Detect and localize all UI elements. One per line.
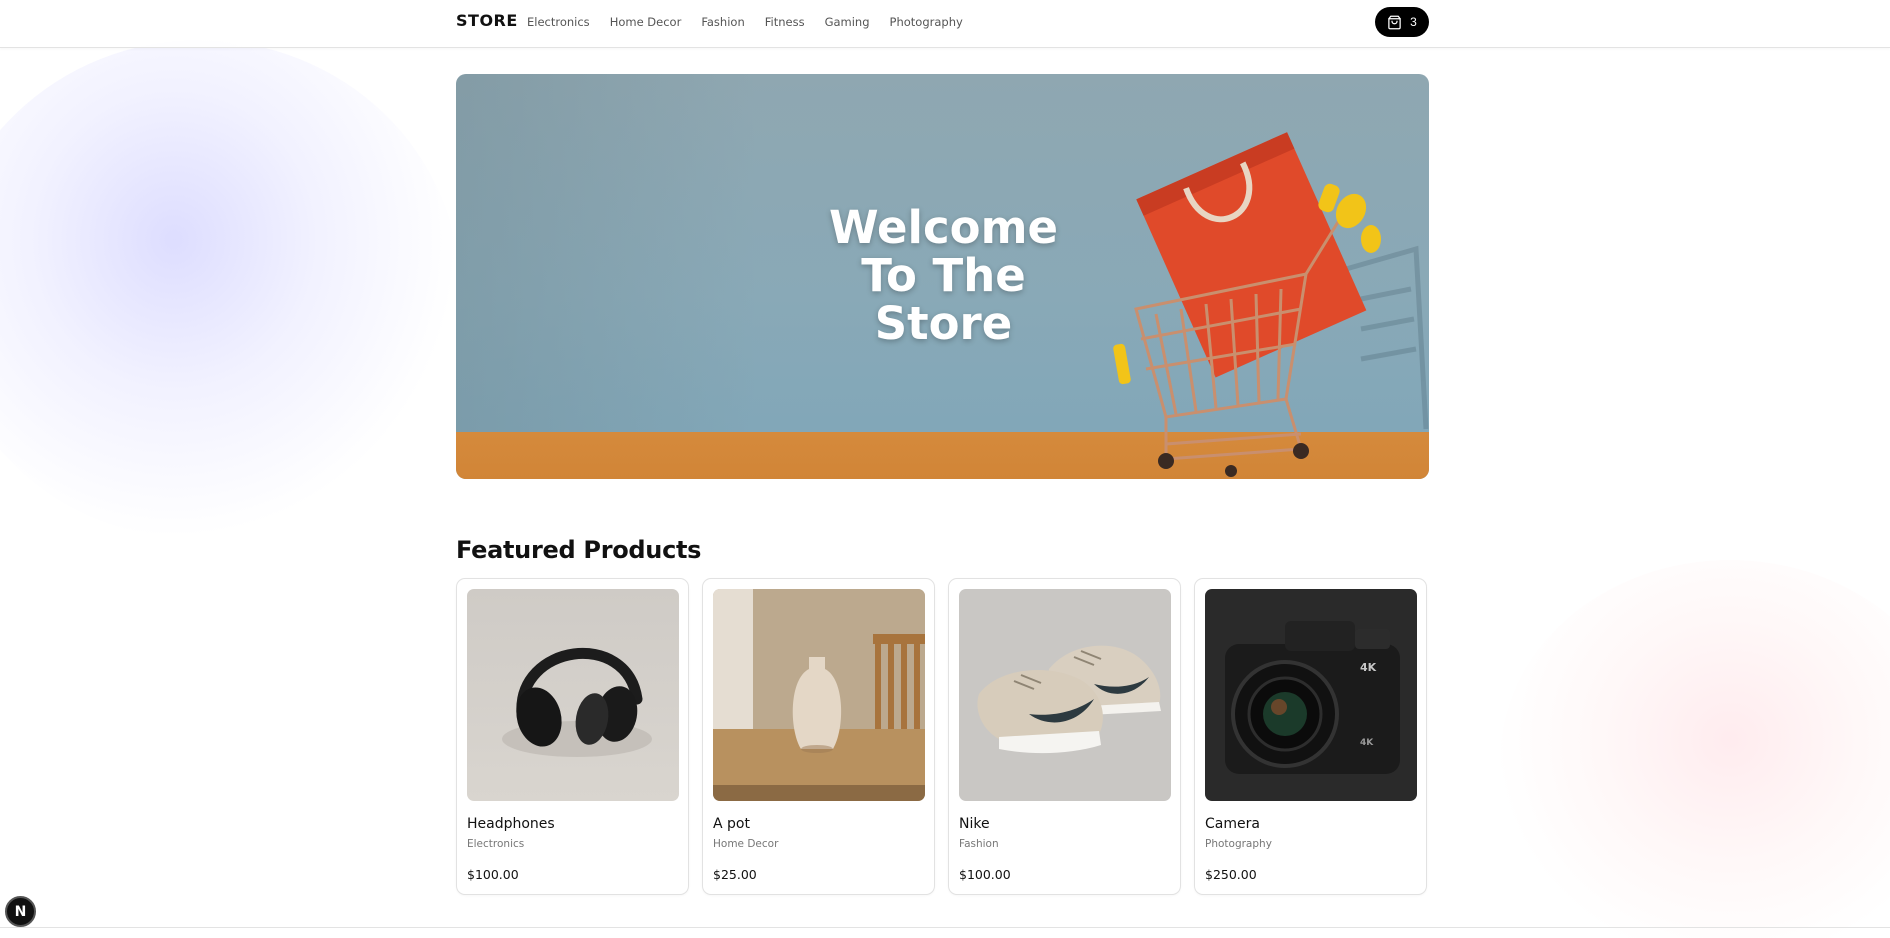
nav-electronics[interactable]: Electronics <box>527 15 590 29</box>
footer-divider <box>0 927 1890 928</box>
product-image <box>713 589 925 801</box>
camera-image: 4K 4K <box>1205 589 1417 801</box>
store-logo[interactable]: STORE <box>456 11 518 30</box>
category-nav: Electronics Home Decor Fashion Fitness G… <box>527 15 963 29</box>
product-card-camera[interactable]: 4K 4K Camera Photography $250.00 <box>1194 578 1427 895</box>
cart-icon <box>1388 15 1401 29</box>
site-header: STORE Electronics Home Decor Fashion Fit… <box>0 0 1890 48</box>
hero-shade <box>456 74 756 432</box>
product-category: Home Decor <box>713 838 779 850</box>
shopping-cart-illustration <box>1113 132 1429 477</box>
background-glow-left <box>0 40 460 540</box>
product-card-nike[interactable]: Nike Fashion $100.00 <box>948 578 1181 895</box>
nav-fitness[interactable]: Fitness <box>765 15 805 29</box>
product-image <box>959 589 1171 801</box>
product-image: 4K 4K <box>1205 589 1417 801</box>
product-category: Fashion <box>959 838 999 850</box>
featured-products-heading: Featured Products <box>456 536 702 564</box>
nav-gaming[interactable]: Gaming <box>825 15 870 29</box>
product-price: $100.00 <box>959 867 1011 882</box>
dev-tools-badge[interactable]: N <box>5 896 36 927</box>
cart-count: 3 <box>1410 15 1417 29</box>
product-card-headphones[interactable]: Headphones Electronics $100.00 <box>456 578 689 895</box>
background-glow-right <box>1500 560 1890 938</box>
vase-image <box>713 589 925 801</box>
nav-fashion[interactable]: Fashion <box>701 15 744 29</box>
product-name: A pot <box>713 816 750 832</box>
product-image <box>467 589 679 801</box>
product-name: Nike <box>959 816 990 832</box>
product-price: $250.00 <box>1205 867 1257 882</box>
sneakers-image <box>959 589 1171 801</box>
product-category: Photography <box>1205 838 1272 850</box>
product-price: $100.00 <box>467 867 519 882</box>
nav-photography[interactable]: Photography <box>890 15 963 29</box>
product-card-pot[interactable]: A pot Home Decor $25.00 <box>702 578 935 895</box>
product-name: Camera <box>1205 816 1260 832</box>
svg-text:4K: 4K <box>1360 738 1374 748</box>
cart-button[interactable]: 3 <box>1375 7 1429 37</box>
hero-banner: Welcome To The Store <box>456 74 1429 479</box>
product-name: Headphones <box>467 816 555 832</box>
product-grid: Headphones Electronics $100.00 A pot Hom… <box>456 578 1427 895</box>
headphones-image <box>467 589 679 801</box>
svg-text:4K: 4K <box>1360 661 1377 674</box>
product-category: Electronics <box>467 838 525 850</box>
hero-title: Welcome To The Store <box>829 201 1058 350</box>
nav-home-decor[interactable]: Home Decor <box>610 15 682 29</box>
product-price: $25.00 <box>713 867 757 882</box>
